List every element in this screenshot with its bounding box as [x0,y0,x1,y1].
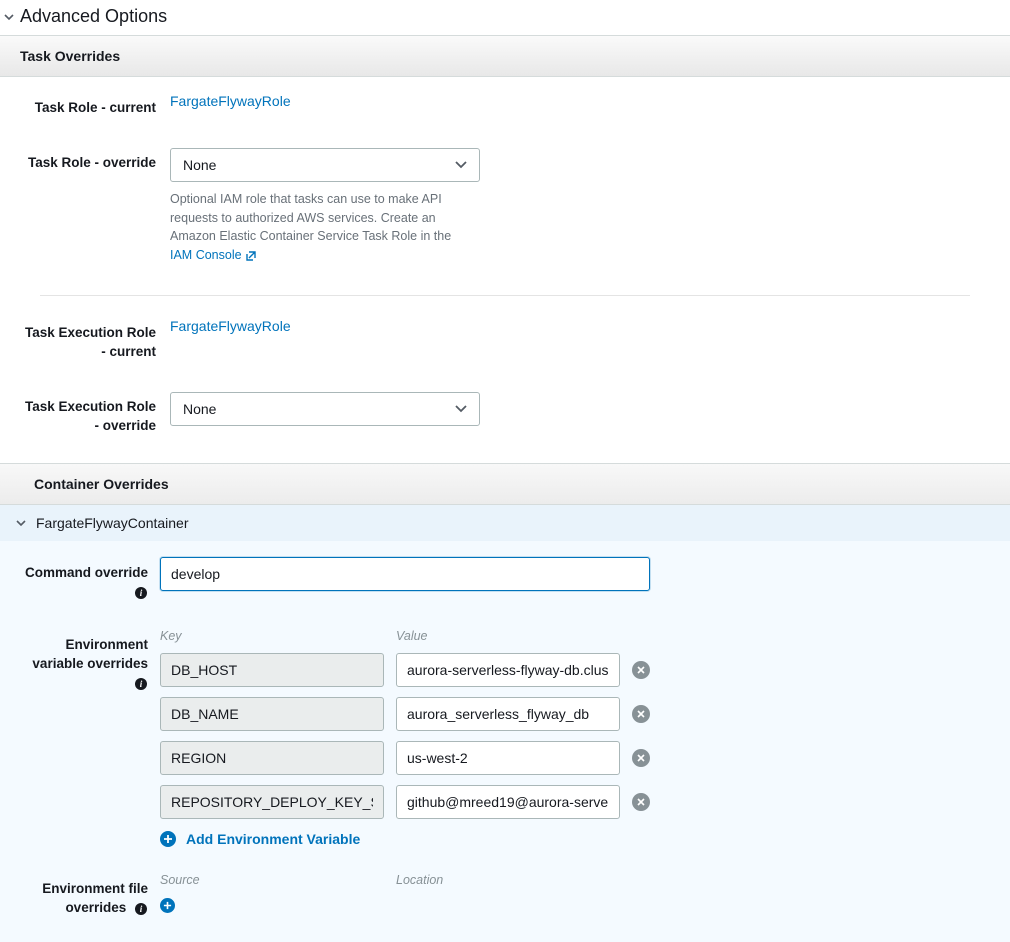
env-value-input[interactable] [396,741,620,775]
task-role-current-link[interactable]: FargateFlywayRole [170,93,291,109]
remove-env-row-button[interactable] [632,793,650,811]
iam-console-link[interactable]: IAM Console [170,248,242,262]
exec-role-current-label: Task Execution Role - current [20,318,170,362]
task-role-override-help: Optional IAM role that tasks can use to … [170,190,470,265]
env-value-input[interactable] [396,697,620,731]
info-icon[interactable]: i [134,586,148,600]
command-override-label: Command override i [20,557,160,602]
env-row [160,653,990,687]
env-value-header: Value [396,629,428,653]
info-icon[interactable]: i [134,677,148,691]
container-body: Command override i Environment variable … [0,541,1010,941]
env-key-input[interactable] [160,653,384,687]
task-role-override-value: None [183,157,216,173]
file-source-header: Source [160,873,384,897]
task-role-override-label: Task Role - override [20,148,170,173]
exec-role-current-link[interactable]: FargateFlywayRole [170,318,291,334]
file-location-header: Location [396,873,443,897]
divider [40,295,970,296]
advanced-options-toggle[interactable]: Advanced Options [0,0,1010,35]
plus-circle-icon [160,831,176,847]
task-role-override-select[interactable]: None [170,148,480,182]
external-link-icon [245,250,257,262]
env-file-overrides-label: Environment file overrides i [20,873,160,918]
caret-down-icon [16,518,26,528]
task-overrides-form: Task Role - current FargateFlywayRole Ta… [0,77,1010,463]
advanced-options-title: Advanced Options [20,6,167,27]
remove-env-row-button[interactable] [632,749,650,767]
env-row [160,785,990,819]
exec-role-override-label: Task Execution Role - override [20,392,170,436]
env-row [160,697,990,731]
exec-role-override-value: None [183,401,216,417]
env-value-input[interactable] [396,653,620,687]
container-overrides-header: Container Overrides [0,463,1010,505]
command-override-input[interactable] [160,557,650,591]
env-key-input[interactable] [160,697,384,731]
info-icon[interactable]: i [134,902,148,916]
add-env-variable-button[interactable]: Add Environment Variable [160,831,990,847]
add-env-file-button[interactable] [160,898,175,913]
task-role-current-label: Task Role - current [20,93,170,118]
remove-env-row-button[interactable] [632,661,650,679]
caret-down-icon [4,12,14,22]
task-overrides-header: Task Overrides [0,35,1010,77]
remove-env-row-button[interactable] [632,705,650,723]
env-value-input[interactable] [396,785,620,819]
container-name: FargateFlywayContainer [36,515,189,531]
env-key-header: Key [160,629,384,653]
chevron-down-icon [455,405,467,413]
env-overrides-label: Environment variable overrides i [20,629,160,694]
exec-role-override-select[interactable]: None [170,392,480,426]
env-key-input[interactable] [160,741,384,775]
env-row [160,741,990,775]
env-key-input[interactable] [160,785,384,819]
chevron-down-icon [455,161,467,169]
container-toggle[interactable]: FargateFlywayContainer [0,505,1010,541]
